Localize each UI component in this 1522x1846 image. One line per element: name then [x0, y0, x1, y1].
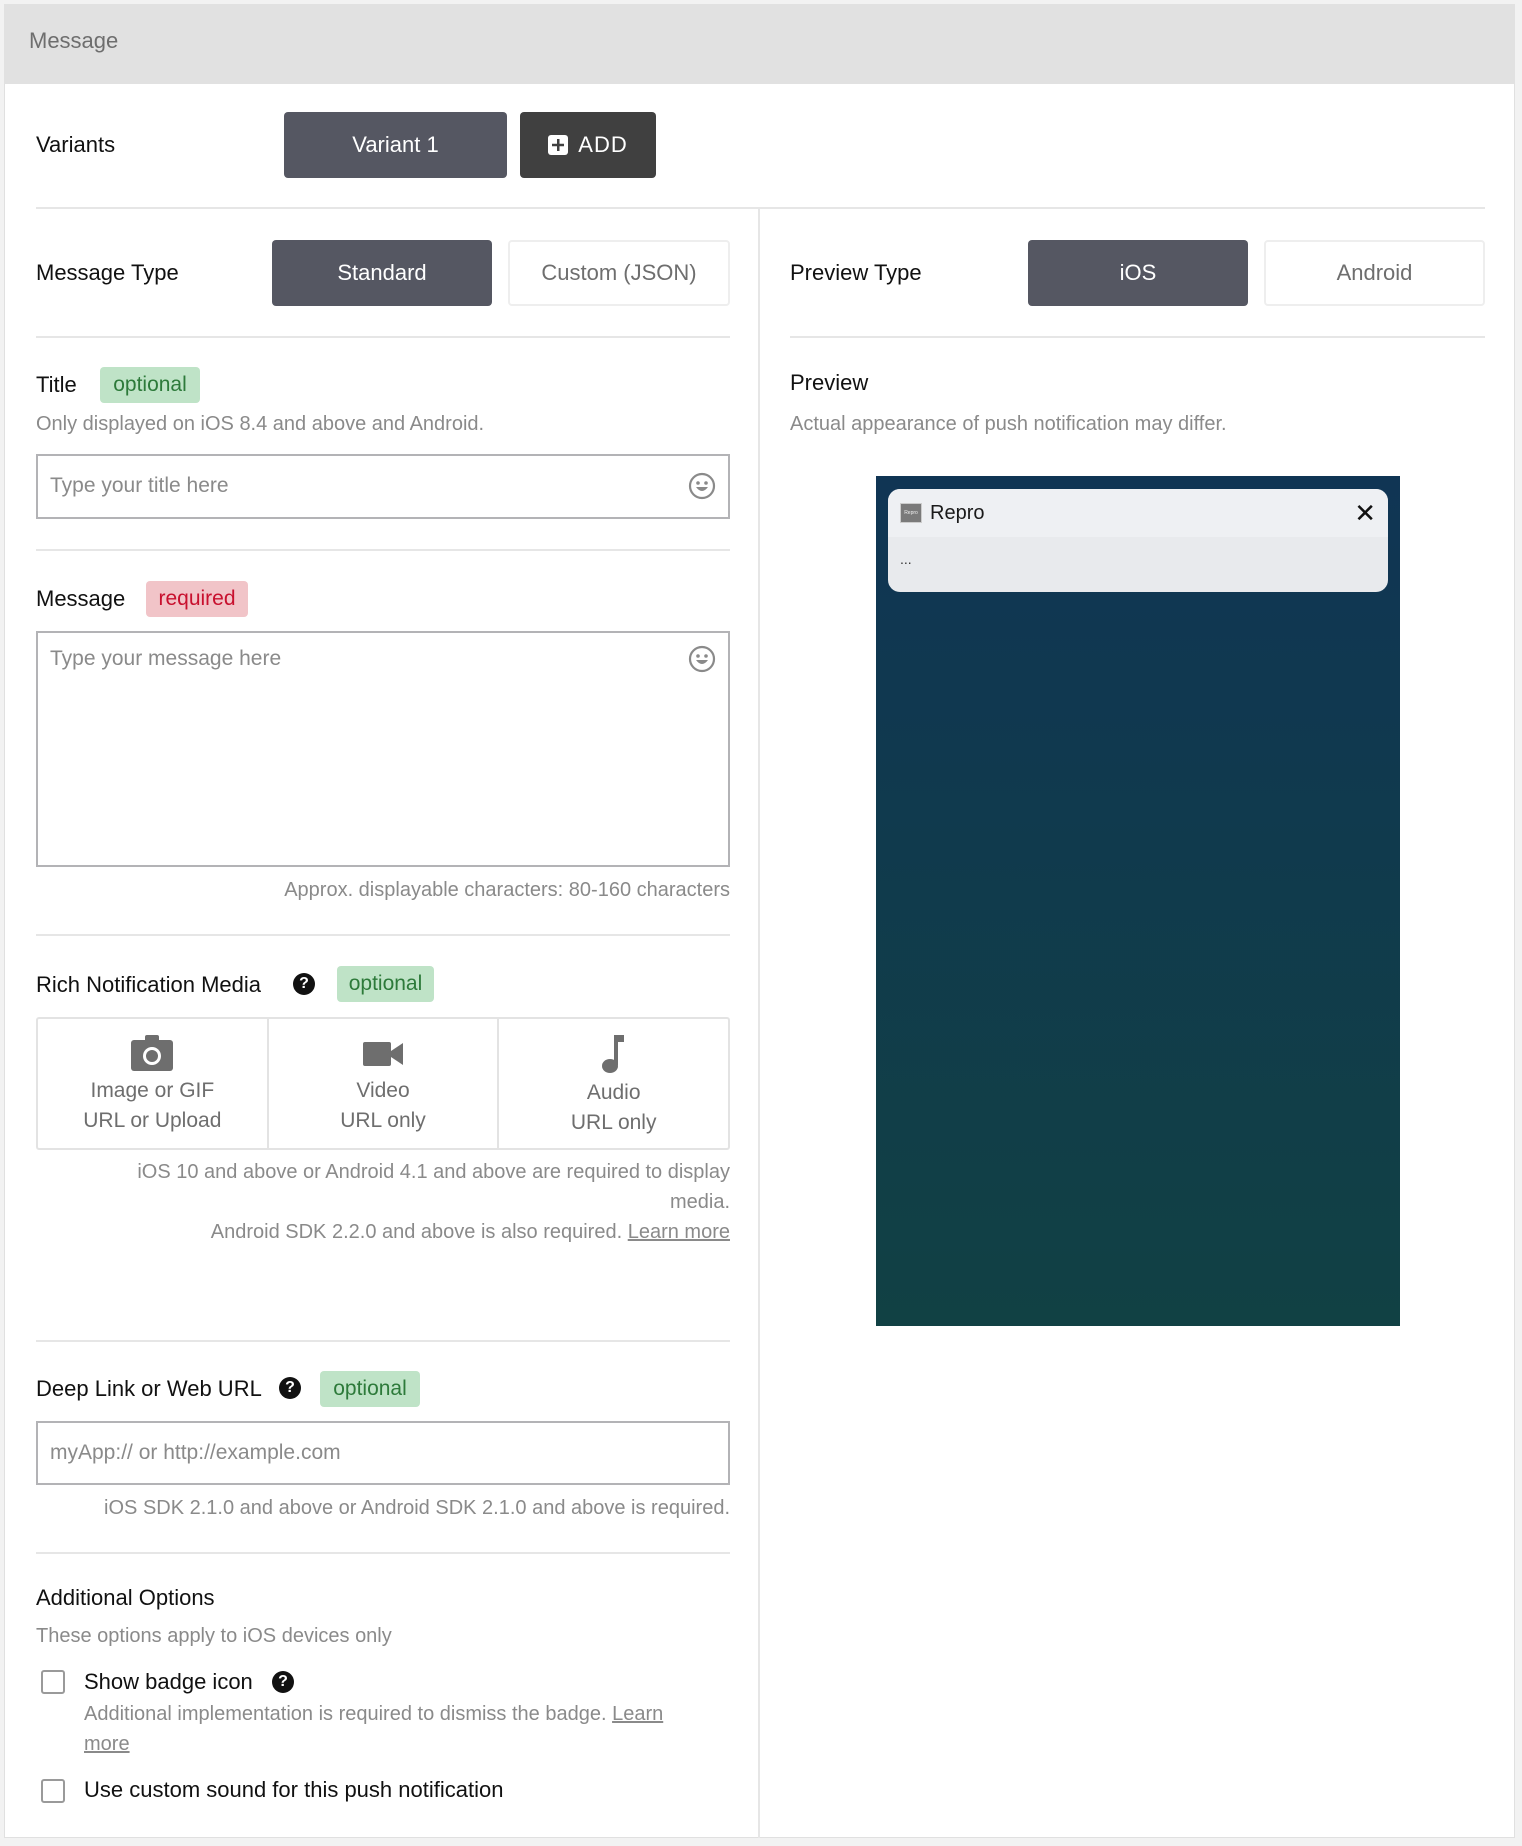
media-option-subtitle: URL or Upload [83, 1109, 222, 1132]
media-note-line2: media. [669, 1191, 730, 1213]
deep-link-placeholder: myApp:// or http://example.com [50, 1441, 341, 1464]
custom-sound-label: Use custom sound for this push notificat… [84, 1777, 504, 1802]
plus-square-icon [548, 135, 569, 155]
media-option-title: Video [356, 1079, 410, 1102]
help-icon[interactable]: ? [272, 1671, 294, 1693]
video-camera-icon [363, 1042, 403, 1066]
help-icon[interactable]: ? [293, 973, 315, 995]
optional-badge: optional [320, 1371, 420, 1407]
badge-desc-text: Additional implementation is required to… [84, 1703, 607, 1725]
learn-more-link[interactable]: more [84, 1733, 130, 1755]
notification-card: Repro Repro ✕ ... [888, 489, 1388, 592]
rich-media-label: Rich Notification Media [36, 972, 261, 997]
divider [36, 1340, 730, 1342]
title-helper-text: Only displayed on iOS 8.4 and above and … [36, 413, 485, 435]
add-variant-label: ADD [578, 132, 628, 157]
music-note-icon [601, 1035, 624, 1073]
divider [36, 549, 730, 551]
character-hint: Approx. displayable characters: 80-160 c… [284, 879, 730, 901]
media-options: Image or GIF URL or Upload Video URL onl… [36, 1017, 730, 1150]
phone-preview: Repro Repro ✕ ... [876, 476, 1400, 1326]
media-option-title: Image or GIF [90, 1079, 215, 1102]
learn-more-link[interactable]: Learn more [628, 1221, 730, 1243]
camera-icon [131, 1035, 174, 1071]
learn-more-link[interactable]: Learn [612, 1703, 663, 1725]
media-note-line3: Android SDK 2.2.0 and above is also requ… [36, 1221, 730, 1244]
badge-desc-line2: more [84, 1733, 130, 1756]
notification-header: Repro Repro ✕ [888, 489, 1388, 537]
media-option-video[interactable]: Video URL only [266, 1019, 498, 1148]
message-type-label: Message Type [36, 260, 179, 285]
additional-options-subtitle: These options apply to iOS devices only [36, 1625, 392, 1647]
add-variant-button[interactable]: ADD [520, 112, 656, 178]
message-textarea[interactable]: Type your message here [36, 631, 730, 867]
preview-subtitle: Actual appearance of push notification m… [790, 413, 1227, 435]
title-label: Title [36, 372, 77, 397]
panel-header [4, 4, 1515, 84]
divider [36, 934, 730, 936]
divider [36, 336, 730, 338]
preview-type-android[interactable]: Android [1264, 240, 1485, 306]
title-input[interactable]: Type your title here [36, 454, 730, 519]
additional-options-label: Additional Options [36, 1585, 215, 1610]
media-option-image[interactable]: Image or GIF URL or Upload [38, 1019, 267, 1148]
media-option-subtitle: URL only [570, 1111, 657, 1134]
close-icon[interactable]: ✕ [1354, 498, 1376, 529]
optional-badge: optional [100, 367, 200, 403]
emoji-icon[interactable] [688, 472, 716, 500]
required-badge: required [146, 581, 248, 617]
notification-body: ... [900, 551, 912, 567]
preview-type-ios[interactable]: iOS [1028, 240, 1248, 306]
media-option-title: Audio [586, 1081, 641, 1104]
media-note-line1: iOS 10 and above or Android 4.1 and abov… [137, 1161, 730, 1183]
app-name: Repro [930, 501, 985, 524]
column-divider [758, 208, 760, 1838]
variants-label: Variants [36, 132, 116, 157]
badge-desc: Additional implementation is required to… [84, 1703, 663, 1726]
divider [36, 207, 1485, 209]
message-type-standard[interactable]: Standard [272, 240, 492, 306]
app-icon: Repro [900, 503, 922, 523]
divider [790, 336, 1485, 338]
preview-type-label: Preview Type [790, 260, 922, 285]
deep-link-note: iOS SDK 2.1.0 and above or Android SDK 2… [104, 1497, 730, 1519]
panel-title: Message [29, 28, 119, 53]
message-placeholder: Type your message here [50, 647, 282, 670]
message-type-custom-json[interactable]: Custom (JSON) [508, 240, 730, 306]
media-sdk-note: Android SDK 2.2.0 and above is also requ… [210, 1221, 623, 1243]
variant-1-tab[interactable]: Variant 1 [284, 112, 507, 178]
custom-sound-checkbox[interactable] [41, 1779, 65, 1803]
emoji-icon[interactable] [688, 645, 716, 673]
media-option-subtitle: URL only [340, 1109, 426, 1132]
media-option-audio[interactable]: Audio URL only [497, 1019, 728, 1148]
title-placeholder: Type your title here [50, 474, 229, 497]
divider [36, 1552, 730, 1554]
deep-link-label: Deep Link or Web URL [36, 1376, 262, 1401]
message-label: Message [36, 586, 126, 611]
help-icon[interactable]: ? [279, 1377, 301, 1399]
optional-badge: optional [337, 966, 434, 1002]
deep-link-input[interactable]: myApp:// or http://example.com [36, 1421, 730, 1485]
show-badge-label: Show badge icon [84, 1669, 253, 1694]
preview-label: Preview [790, 370, 869, 395]
show-badge-checkbox[interactable] [41, 1670, 65, 1694]
